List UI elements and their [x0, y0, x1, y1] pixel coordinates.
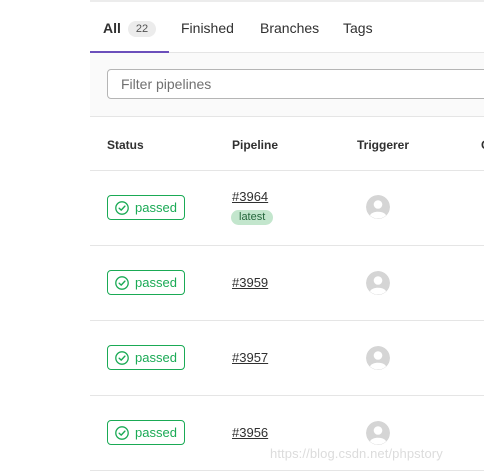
user-avatar-icon[interactable]	[366, 195, 390, 219]
user-avatar-icon[interactable]	[366, 271, 390, 295]
tab-all-label: All	[103, 20, 121, 36]
pipeline-link[interactable]: #3959	[232, 275, 268, 290]
pipeline-link[interactable]: #3956	[232, 425, 268, 440]
tab-all[interactable]: All 22	[90, 0, 169, 53]
status-label: passed	[135, 425, 177, 440]
pipelines-panel: All 22 Finished Branches Tags Status Pipe…	[90, 0, 484, 472]
table-row: passed #3964 latest	[90, 171, 484, 246]
column-header-pipeline: Pipeline	[232, 138, 279, 152]
status-badge[interactable]: passed	[107, 420, 185, 445]
table-row: passed #3957	[90, 321, 484, 396]
column-header-triggerer: Triggerer	[357, 138, 410, 152]
status-label: passed	[135, 350, 177, 365]
user-avatar-icon[interactable]	[366, 421, 390, 445]
status-badge[interactable]: passed	[107, 345, 185, 370]
status-badge[interactable]: passed	[107, 270, 185, 295]
pipeline-link[interactable]: #3964	[232, 189, 268, 204]
check-circle-icon	[115, 426, 129, 440]
check-circle-icon	[115, 201, 129, 215]
status-badge[interactable]: passed	[107, 195, 185, 220]
tab-all-count-badge: 22	[127, 21, 157, 37]
check-circle-icon	[115, 351, 129, 365]
table-row: passed #3959	[90, 246, 484, 321]
tab-finished[interactable]: Finished	[181, 0, 234, 52]
pipeline-link[interactable]: #3957	[232, 350, 268, 365]
check-circle-icon	[115, 276, 129, 290]
watermark-text: https://blog.csdn.net/phpstory	[270, 446, 443, 461]
pipeline-scope-tabs: All 22 Finished Branches Tags	[90, 0, 484, 53]
filter-pipelines-input[interactable]	[107, 69, 484, 99]
latest-badge: latest	[231, 210, 274, 225]
column-header-status: Status	[107, 138, 144, 152]
status-label: passed	[135, 275, 177, 290]
tab-tags[interactable]: Tags	[343, 0, 373, 52]
table-header: Status Pipeline Triggerer C	[90, 117, 484, 171]
status-label: passed	[135, 200, 177, 215]
user-avatar-icon[interactable]	[366, 346, 390, 370]
filter-bar	[90, 53, 484, 117]
tab-branches[interactable]: Branches	[260, 0, 319, 52]
